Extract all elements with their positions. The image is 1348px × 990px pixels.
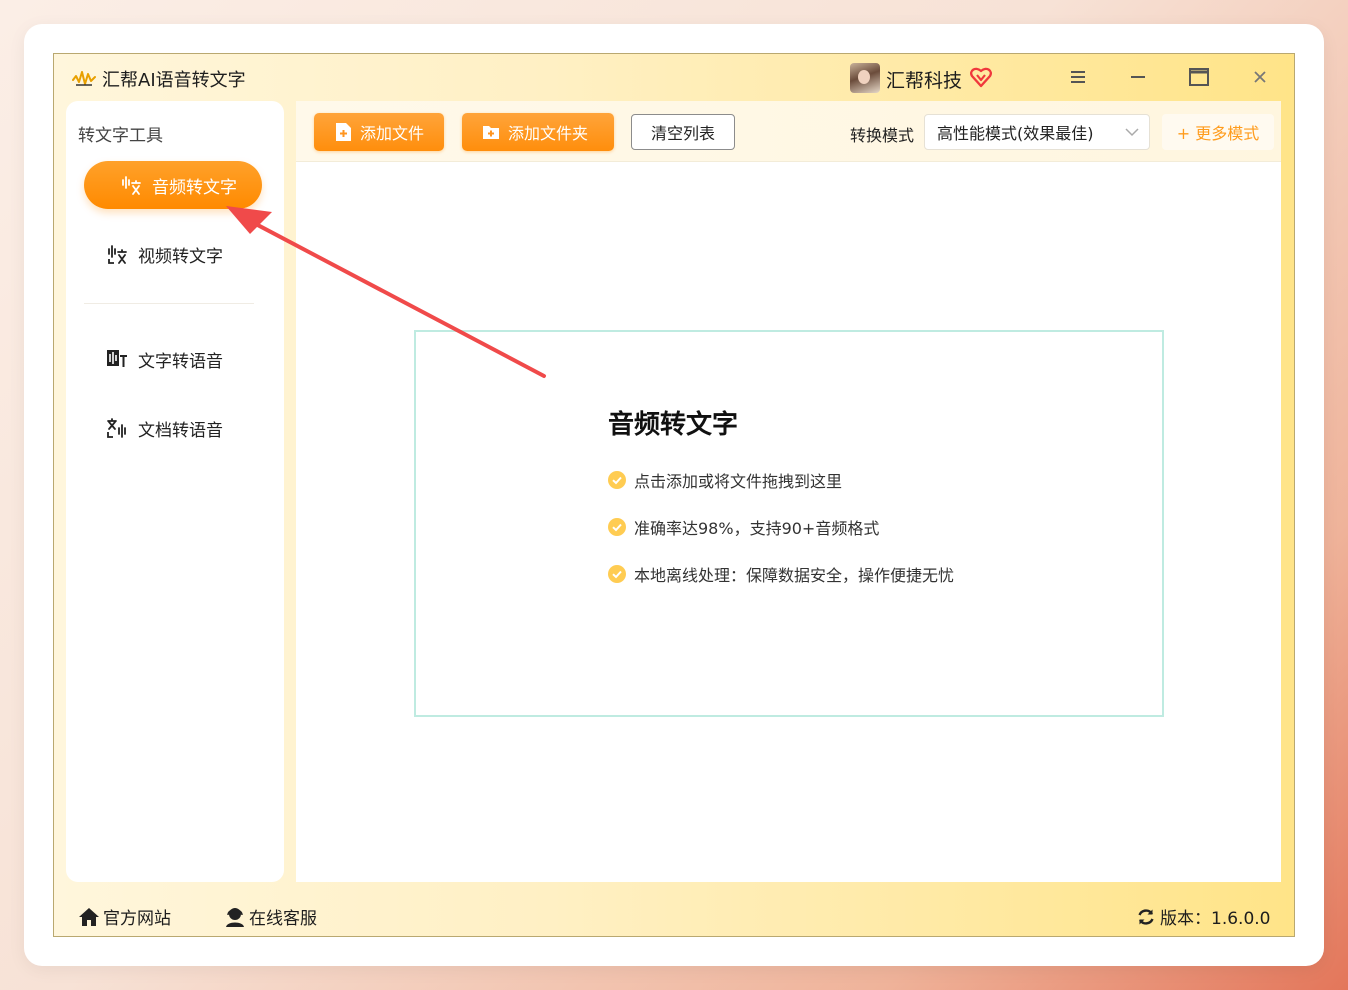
- sidebar-divider: [84, 303, 254, 304]
- version-info[interactable]: 版本：1.6.0.0: [1136, 904, 1270, 929]
- online-service-label: 在线客服: [249, 909, 317, 929]
- sidebar-item-audio-to-text[interactable]: 音频转文字: [84, 161, 262, 209]
- app-title: 汇帮AI语音转文字: [102, 70, 246, 91]
- add-folder-button[interactable]: 添加文件夹: [462, 113, 614, 151]
- user-name[interactable]: 汇帮科技: [886, 66, 962, 93]
- online-service-link[interactable]: 在线客服: [224, 904, 317, 929]
- mode-select[interactable]: 高性能模式(效果最佳): [924, 114, 1150, 150]
- sidebar-item-label: 文字转语音: [138, 351, 223, 372]
- feature-text: 本地离线处理：保障数据安全，操作便捷无忧: [634, 566, 955, 585]
- feature-text: 点击添加或将文件拖拽到这里: [634, 472, 843, 491]
- feature-item: 点击添加或将文件拖拽到这里: [608, 468, 842, 492]
- add-file-icon: [336, 123, 351, 141]
- feature-item: 本地离线处理：保障数据安全，操作便捷无忧: [608, 562, 954, 586]
- home-icon: [79, 907, 99, 926]
- sidebar-item-label: 视频转文字: [138, 246, 223, 267]
- sidebar-item-video-to-text[interactable]: 视频转文字: [84, 230, 262, 278]
- sidebar-item-text-to-speech[interactable]: 文字转语音: [84, 335, 262, 383]
- main-panel: 添加文件 添加文件夹 清空列表 转换模式 高性能模式(效果最佳) + 更多模式 …: [296, 101, 1281, 882]
- check-circle-icon: [608, 518, 626, 536]
- close-icon[interactable]: [1246, 65, 1274, 89]
- clear-list-button[interactable]: 清空列表: [631, 114, 735, 150]
- sidebar-item-document-to-speech[interactable]: 文档转语音: [84, 404, 262, 452]
- customer-service-icon: [226, 907, 244, 927]
- check-circle-icon: [608, 471, 626, 489]
- add-file-button[interactable]: 添加文件: [314, 113, 444, 151]
- check-circle-icon: [608, 565, 626, 583]
- document-to-speech-icon: [107, 418, 126, 438]
- add-file-label: 添加文件: [360, 124, 425, 143]
- status-bar: 官方网站 在线客服 版本：1.6.0.0: [54, 894, 1294, 938]
- drop-zone-title: 音频转文字: [608, 410, 739, 440]
- hamburger-menu-icon[interactable]: [1064, 65, 1092, 89]
- user-avatar[interactable]: [850, 63, 880, 93]
- mode-label: 转换模式: [850, 126, 915, 145]
- sidebar-item-label: 文档转语音: [138, 420, 223, 441]
- sidebar-heading: 转文字工具: [78, 126, 163, 146]
- version-label: 版本：1.6.0.0: [1160, 909, 1271, 929]
- minimize-icon[interactable]: [1124, 65, 1152, 89]
- feature-text: 准确率达98%，支持90+音频格式: [634, 519, 880, 538]
- maximize-icon[interactable]: [1185, 65, 1213, 89]
- feature-item: 准确率达98%，支持90+音频格式: [608, 515, 879, 539]
- file-drop-zone[interactable]: 音频转文字 点击添加或将文件拖拽到这里 准确率达98%，支持90+音频格式 本地…: [414, 330, 1164, 717]
- chevron-down-icon: [1125, 128, 1139, 137]
- refresh-icon: [1138, 908, 1154, 925]
- app-window: 汇帮AI语音转文字 汇帮科技 转文字工具 音频转文字 视频转文字 文字转语音 文…: [53, 53, 1295, 937]
- vip-heart-icon[interactable]: [970, 66, 992, 88]
- add-folder-icon: [483, 126, 499, 139]
- sidebar-item-label: 音频转文字: [152, 177, 237, 198]
- title-bar: 汇帮AI语音转文字 汇帮科技: [54, 54, 1294, 100]
- audio-to-text-icon: [122, 176, 141, 195]
- sidebar: 转文字工具 音频转文字 视频转文字 文字转语音 文档转语音: [66, 101, 284, 882]
- official-website-link[interactable]: 官方网站: [78, 904, 171, 929]
- toolbar: 添加文件 添加文件夹 清空列表 转换模式 高性能模式(效果最佳) + 更多模式: [296, 101, 1281, 162]
- text-to-speech-icon: [107, 350, 127, 367]
- mode-select-value: 高性能模式(效果最佳): [937, 124, 1094, 143]
- waveform-logo-icon: [72, 71, 96, 86]
- official-website-label: 官方网站: [103, 909, 171, 929]
- more-modes-button[interactable]: + 更多模式: [1162, 114, 1274, 150]
- add-folder-label: 添加文件夹: [508, 124, 589, 143]
- video-to-text-icon: [108, 245, 127, 264]
